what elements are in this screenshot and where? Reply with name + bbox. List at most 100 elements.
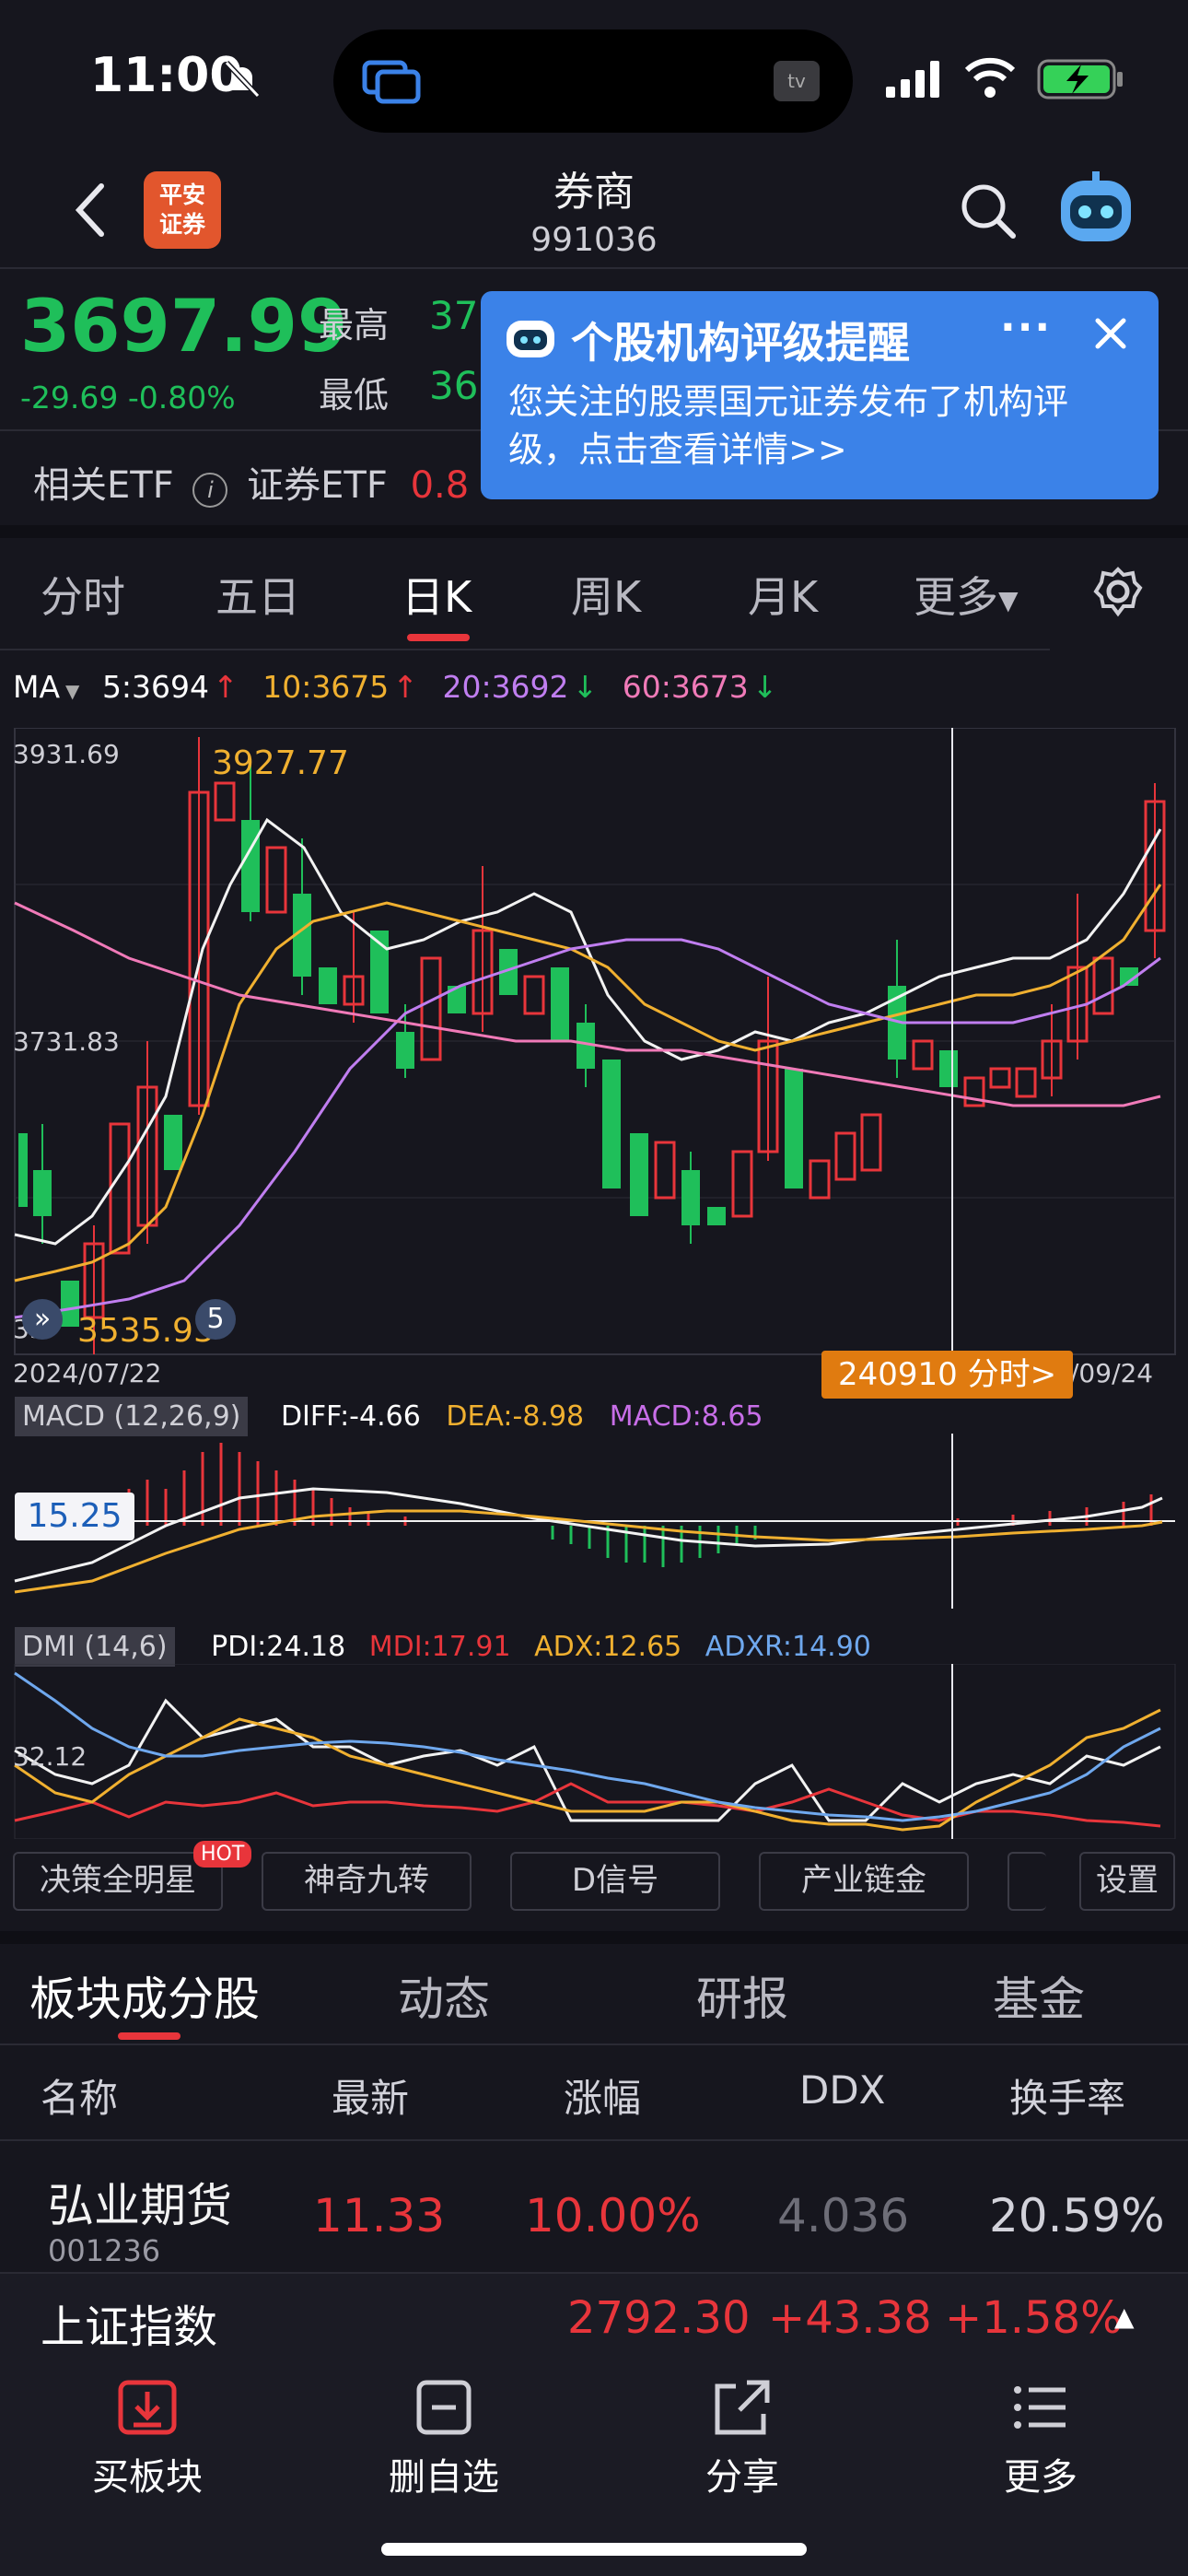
macd-dea-line [14,1509,1163,1594]
hot-badge: HOT [193,1841,252,1868]
partial-tool-button[interactable] [1007,1852,1046,1911]
d-signal-button[interactable]: D信号 [510,1852,720,1911]
tab-research[interactable]: 研报 [696,1962,788,2029]
price-change: -29.69 -0.80% [20,380,236,416]
dmi-pdi: PDI:24.18 [211,1631,346,1663]
magic-nine-turns-button[interactable]: 神奇九转 [262,1852,472,1911]
stock-latest: 11.33 [313,2189,446,2242]
tab-weekly-k[interactable]: 周K [571,564,641,625]
current-price: 3697.99 [20,286,348,369]
dmi-adx: ADX:12.65 [534,1631,682,1663]
macd-bars [127,1443,1153,1567]
index-name: 上证指数 [41,2301,218,2353]
battery-charging-icon [1037,59,1125,103]
ma5-value: 5:3694 [101,669,210,705]
dmi-label[interactable]: DMI (14,6) [15,1627,175,1667]
signal-icon [884,61,945,101]
tab-more[interactable]: 更多▼ [914,564,1019,625]
pdi-line [14,1698,1161,1822]
tab-monthly-k[interactable]: 月K [748,564,818,625]
expand-up-icon[interactable]: ▲ [1114,2301,1135,2332]
popup-message[interactable]: 您关注的股票国元证券发布了机构评级，点击查看详情>> [508,378,1135,474]
dynamic-island: tv [333,29,853,133]
search-icon[interactable] [958,181,1019,245]
related-etf-label: 相关ETF [33,464,174,507]
more-button[interactable]: 更多 [958,2377,1124,2500]
apple-tv-badge: tv [774,61,820,101]
macd-header[interactable]: MACD (12,26,9) DIFF:-4.66 DEA:-8.98 MACD… [15,1397,763,1436]
screen-mirror-icon [361,59,425,109]
high-label: 最高 [319,305,390,345]
col-change[interactable]: 涨幅 [564,2067,641,2124]
ma-label: MA [13,669,61,705]
macd-label[interactable]: MACD (12,26,9) [15,1397,249,1436]
wifi-icon [963,57,1017,101]
status-bar: 11:00 tv [0,0,1188,157]
cursor-date-button[interactable]: 240910 分时> [821,1351,1074,1399]
ma10-line [14,884,1162,1282]
macd-value: MACD:8.65 [609,1400,763,1433]
dmi-chart[interactable] [0,1664,1188,1839]
marker-5-badge[interactable]: 5 [195,1299,236,1340]
up-arrow-icon: ↑ [392,669,418,705]
settings-gear-icon[interactable] [1092,566,1144,621]
tab-news[interactable]: 动态 [398,1962,490,2029]
min-price-label: 3535.93 [77,1312,215,1350]
popup-title: 个股机构评级提醒 [571,318,910,368]
y-axis-mid: 3731.83 [13,1026,120,1057]
col-name[interactable]: 名称 [41,2067,118,2124]
double-chevron-icon[interactable]: » [22,1299,63,1340]
tools-settings-button[interactable]: 设置 [1079,1852,1175,1911]
table-row[interactable]: 弘业期货 001236 11.33 10.00% 4.036 20.59% [0,2143,1188,2272]
kline-chart[interactable] [0,728,1188,1373]
down-arrow-icon: ↓ [751,669,778,705]
bell-muted-icon [221,57,263,103]
active-section-indicator [118,2032,181,2040]
macd-cursor-value: 15.25 [15,1493,134,1540]
dmi-header[interactable]: DMI (14,6) PDI:24.18 MDI:17.91 ADX:12.65… [15,1627,871,1667]
tab-daily-k[interactable]: 日K [402,564,472,625]
buy-sector-button[interactable]: 买板块 [64,2377,230,2500]
low-value: 36 [429,363,479,408]
info-icon[interactable]: i [192,473,228,508]
share-button[interactable]: 分享 [659,2377,825,2500]
robot-assistant-icon[interactable] [1055,171,1136,252]
tab-funds[interactable]: 基金 [993,1962,1085,2029]
menu-list-icon [1014,2386,1066,2429]
low-label: 最低 [319,375,390,416]
remove-watchlist-button[interactable]: 删自选 [361,2377,527,2500]
col-turnover[interactable]: 换手率 [1009,2067,1125,2124]
caret-down-icon: ▼ [65,680,80,702]
header-divider [0,267,1188,269]
tab-constituents[interactable]: 板块成分股 [29,1962,260,2029]
buy-sector-label: 买板块 [92,2456,203,2499]
ma60-value: 60:3673 [622,669,749,705]
tabs-divider [0,649,1050,650]
share-label: 分享 [705,2456,779,2499]
related-etf-row[interactable]: 相关ETF i 证券ETF 0.8 [33,455,469,509]
index-value: 2792.30 [567,2292,751,2344]
more-options-icon[interactable]: ··· [1000,304,1052,351]
col-latest[interactable]: 最新 [332,2067,409,2124]
dmi-level-label: 32.12 [13,1741,87,1772]
up-arrow-icon: ↑ [213,669,239,705]
industry-chain-button[interactable]: 产业链金 [759,1852,969,1911]
macd-diff: DIFF:-4.66 [280,1400,421,1433]
macd-chart[interactable] [0,1434,1188,1609]
etf-name[interactable]: 证券ETF [247,464,388,507]
index-ticker[interactable]: 上证指数 2792.30 +43.38 +1.58% ▲ [0,2272,1188,2360]
etf-value: 0.8 [410,464,470,507]
ma-legend[interactable]: MA ▼ 5:3694 ↑ 10:3675 ↑ 20:3692 ↓ 60:3673 ↓ [13,669,777,705]
decision-all-star-button[interactable]: 决策全明星 [13,1852,223,1911]
stock-turnover: 20.59% [989,2189,1165,2242]
max-price-label: 3927.77 [212,744,349,782]
col-ddx[interactable]: DDX [799,2067,885,2113]
rating-alert-popup[interactable]: 个股机构评级提醒 ··· 您关注的股票国元证券发布了机构评级，点击查看详情>> [481,291,1159,499]
close-icon[interactable] [1092,315,1129,356]
period-tabs: 分时 五日 日K 周K 月K 更多▼ [0,542,1188,650]
tab-five-day[interactable]: 五日 [215,564,300,625]
tab-minute[interactable]: 分时 [41,564,125,625]
high-value: 37 [429,293,479,338]
stock-code: 001236 [48,2233,161,2268]
caret-down-icon: ▼ [998,585,1019,615]
